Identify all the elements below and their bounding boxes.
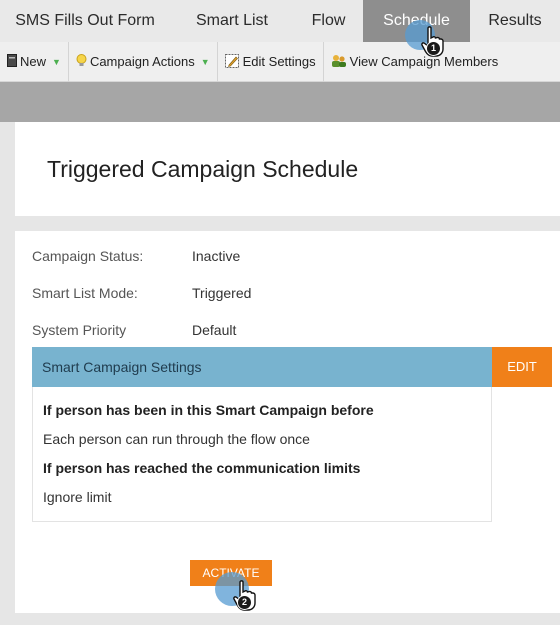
- edit-settings-icon: [224, 53, 240, 70]
- settings-question-limits: If person has reached the communication …: [43, 460, 361, 476]
- smart-list-mode-value: Triggered: [192, 285, 252, 301]
- toolbar: New ▼ Campaign Actions ▼ Edit Settings V…: [0, 41, 560, 82]
- campaign-status-value: Inactive: [192, 248, 241, 264]
- smart-campaign-settings-body: If person has been in this Smart Campaig…: [32, 387, 492, 522]
- settings-answer-rerun: Each person can run through the flow onc…: [43, 431, 310, 447]
- smart-campaign-settings-header: Smart Campaign Settings: [32, 347, 492, 387]
- tab-flow[interactable]: Flow: [294, 0, 363, 42]
- system-priority-label: System Priority: [32, 322, 127, 338]
- edit-settings-button[interactable]: Edit Settings: [218, 41, 324, 82]
- campaign-tabs: SMS Fills Out Form Smart List Flow Sched…: [0, 0, 560, 42]
- campaign-actions-button[interactable]: Campaign Actions ▼: [69, 41, 218, 82]
- campaign-actions-label: Campaign Actions: [89, 54, 195, 69]
- new-button[interactable]: New ▼: [0, 41, 69, 82]
- title-panel: Triggered Campaign Schedule: [15, 122, 560, 216]
- tab-sms-fills-out-form[interactable]: SMS Fills Out Form: [0, 0, 170, 42]
- header-band: [0, 82, 560, 122]
- tab-results[interactable]: Results: [470, 0, 560, 42]
- settings-question-rerun: If person has been in this Smart Campaig…: [43, 402, 374, 418]
- smart-list-mode-label: Smart List Mode:: [32, 285, 138, 301]
- edit-settings-label: Edit Settings: [242, 54, 316, 69]
- step-2-badge: 2: [237, 595, 252, 610]
- dropdown-arrow-icon: ▼: [200, 56, 210, 67]
- campaign-status-label: Campaign Status:: [32, 248, 144, 264]
- system-priority-value: Default: [192, 322, 237, 338]
- tab-smart-list[interactable]: Smart List: [170, 0, 294, 42]
- page-title: Triggered Campaign Schedule: [47, 156, 359, 182]
- lightbulb-icon: [76, 53, 87, 70]
- new-document-icon: [7, 54, 17, 69]
- dropdown-arrow-icon: ▼: [52, 56, 61, 67]
- new-button-label: New: [20, 54, 47, 69]
- settings-answer-limits: Ignore limit: [43, 489, 112, 505]
- edit-settings-button-orange[interactable]: EDIT: [492, 347, 552, 387]
- step-1-badge: 1: [426, 41, 441, 56]
- members-icon: [331, 54, 347, 70]
